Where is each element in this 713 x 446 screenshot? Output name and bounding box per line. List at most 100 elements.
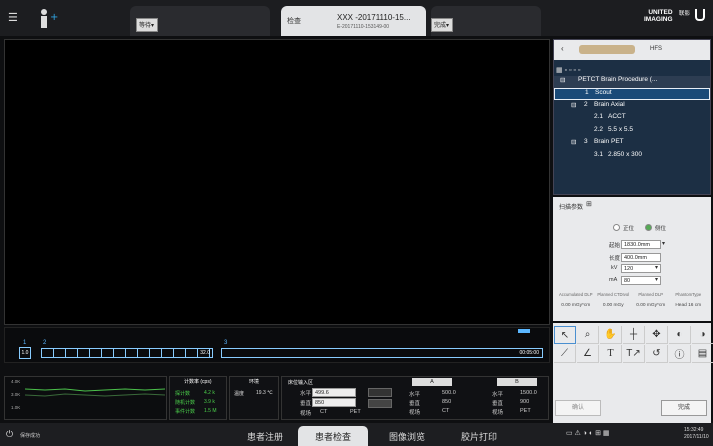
lat-radio[interactable] bbox=[645, 224, 652, 231]
dose-header: Planned DLP bbox=[638, 292, 664, 297]
item-label: Brain Axial bbox=[594, 101, 625, 108]
bed-ct-option[interactable]: CT bbox=[320, 409, 327, 415]
angle-icon[interactable]: ∠ bbox=[577, 345, 599, 363]
system-icons: ▭ ⚠ ◑ ◐ ⊞ ▦ bbox=[566, 430, 610, 437]
info-icon[interactable]: ⓘ bbox=[669, 345, 691, 363]
item-label: 5.5 x 5.5 bbox=[608, 126, 633, 133]
tree-row-6[interactable]: 3.1 2.850 x 300 bbox=[554, 151, 710, 163]
preset-a-label: A bbox=[430, 379, 434, 385]
item-num: 2.1 bbox=[594, 113, 604, 120]
start-dropdown-icon[interactable]: ▾ bbox=[662, 240, 665, 247]
temp-value: 19.3 ℃ bbox=[256, 390, 273, 396]
bed-select[interactable] bbox=[368, 388, 392, 397]
tree-row-1[interactable]: 1 Scout bbox=[554, 88, 710, 100]
tab-done[interactable]: 完成▾ bbox=[431, 6, 541, 36]
ylabel-3: 1.0K bbox=[11, 405, 21, 410]
dose-table: Accumulated DLP Planned CTDIvol Planned … bbox=[557, 292, 707, 316]
bed-v-label: 垂直 bbox=[300, 401, 312, 407]
pan-icon[interactable]: ✋ bbox=[600, 326, 622, 344]
pet-block[interactable]: 00:05:00 bbox=[221, 348, 543, 358]
dose-value: Head 16 cm bbox=[675, 303, 702, 308]
arrow-text-icon[interactable]: T↗ bbox=[623, 345, 645, 363]
item-label: 2.850 x 300 bbox=[608, 151, 642, 158]
rotate-icon[interactable]: ↺ bbox=[646, 345, 668, 363]
nav-viewer-label: 图像浏览 bbox=[388, 431, 425, 442]
start-field[interactable]: 1830.0mm bbox=[621, 240, 661, 249]
add-patient-icon[interactable]: + bbox=[37, 8, 59, 30]
kv-dropdown-icon[interactable]: ▾ bbox=[655, 264, 658, 271]
image-viewport[interactable] bbox=[4, 39, 550, 325]
length-field[interactable]: 400.0mm bbox=[621, 253, 661, 262]
b-view-label: 视场 bbox=[492, 410, 504, 416]
pos-radio[interactable] bbox=[613, 224, 620, 231]
count-label-2: 随机计数 bbox=[175, 400, 196, 406]
pointer-icon[interactable]: ↖ bbox=[554, 326, 576, 344]
menu-icon[interactable]: ☰ bbox=[8, 11, 20, 24]
nav-registration[interactable]: 患者注册 bbox=[232, 426, 298, 446]
layers-icon[interactable]: ▤ bbox=[692, 345, 713, 363]
line-icon[interactable]: ⟋ bbox=[554, 345, 576, 363]
tree-row-4[interactable]: 2.2 5.5 x 5.5 bbox=[554, 126, 710, 138]
timeline-marker bbox=[518, 329, 530, 333]
b-h-label: 水平 bbox=[492, 392, 504, 398]
dose-header: Planned CTDIvol bbox=[597, 292, 630, 297]
preset-a-button[interactable]: A bbox=[412, 378, 452, 386]
item-label: ACCT bbox=[608, 113, 626, 120]
scout-block[interactable]: 1.0 bbox=[19, 347, 31, 359]
item-num: 2 bbox=[584, 101, 588, 108]
brand-logo: UNITED IMAGING bbox=[644, 9, 673, 23]
scan-params-title: 扫描参数 bbox=[559, 205, 584, 211]
bed-apply-button[interactable] bbox=[368, 399, 392, 408]
nav-viewer[interactable]: 图像浏览 bbox=[372, 426, 442, 446]
bed-pet-option[interactable]: PET bbox=[350, 409, 361, 415]
count-label-3: 事件计数 bbox=[175, 409, 196, 415]
item-num: 2.2 bbox=[594, 126, 604, 133]
tree-row-2[interactable]: ⊟ 2 Brain Axial bbox=[554, 101, 710, 113]
window-icon[interactable]: ◑ bbox=[692, 326, 713, 344]
status-text: 保存成功 bbox=[20, 433, 41, 439]
exam-id: E-20171110-153149-00 bbox=[337, 24, 390, 30]
text-icon[interactable]: T bbox=[600, 345, 622, 363]
bed-h-field[interactable]: 499.6 bbox=[312, 388, 356, 397]
dose-value-row: 0.00 mGy*cm 0.00 mGy 0.00 mGy*cm Head 16… bbox=[557, 303, 707, 308]
done-select[interactable]: 完成▾ bbox=[431, 18, 453, 32]
timeline-mark-3: 3 bbox=[224, 340, 228, 346]
preset-b-button[interactable]: B bbox=[497, 378, 537, 386]
collapse-icon[interactable]: ⊟ bbox=[560, 76, 565, 84]
move-icon[interactable]: ✥ bbox=[646, 326, 668, 344]
item-num: 3.1 bbox=[594, 151, 604, 158]
grid-icon[interactable]: ⊞ bbox=[586, 200, 592, 208]
procedure-row[interactable]: ⊟ PETCT Brain Procedure (... bbox=[554, 76, 710, 88]
tab-exam[interactable]: 检查 XXX -20171110-15... E-20171110-153149… bbox=[281, 6, 426, 36]
a-v-value: 850 bbox=[442, 399, 452, 405]
finish-button[interactable]: 完成 bbox=[661, 400, 707, 416]
b-view-value: PET bbox=[520, 408, 531, 414]
bed-v-field[interactable]: 850 bbox=[312, 398, 356, 407]
clock-date: 2017/11/10 bbox=[684, 434, 709, 440]
power-icon[interactable]: ⏻ bbox=[6, 429, 13, 440]
nav-exam[interactable]: 患者检查 bbox=[298, 426, 368, 446]
crosshair-icon[interactable]: ┼ bbox=[623, 326, 645, 344]
ma-dropdown-icon[interactable]: ▾ bbox=[655, 276, 658, 283]
waiting-select[interactable]: 等待▾ bbox=[136, 18, 158, 32]
axial-block[interactable]: 32.0 bbox=[41, 348, 213, 358]
tree-row-3[interactable]: 2.1 ACCT bbox=[554, 113, 710, 125]
back-arrow-icon[interactable]: ‹ bbox=[561, 44, 564, 53]
tab-waiting[interactable]: 等待▾ bbox=[130, 6, 270, 36]
collapse-icon[interactable]: ⊟ bbox=[571, 138, 576, 146]
timeline-panel: 1 2 3 1.0 32.0 00:05:00 bbox=[4, 327, 550, 363]
finish-label: 完成 bbox=[677, 405, 690, 411]
nav-print-label: 胶片打印 bbox=[460, 431, 497, 442]
zoom-icon[interactable]: ⌕ bbox=[577, 326, 599, 344]
counts-panel: 计数率 (cps) 探计数 4.2 k 随机计数 3.9 k 事件计数 1.5 … bbox=[169, 376, 227, 420]
nav-registration-label: 患者注册 bbox=[246, 431, 283, 442]
nav-print[interactable]: 胶片打印 bbox=[446, 426, 512, 446]
collapse-icon[interactable]: ⊟ bbox=[571, 101, 576, 109]
nav-exam-label: 患者检查 bbox=[314, 431, 351, 442]
bed-h-label: 水平 bbox=[300, 391, 312, 397]
contrast-icon[interactable]: ◐ bbox=[669, 326, 691, 344]
tree-row-5[interactable]: ⊟ 3 Brain PET bbox=[554, 138, 710, 150]
confirm-button[interactable]: 确认 bbox=[555, 400, 601, 416]
bed-view-label: 视场 bbox=[300, 411, 312, 417]
brand-line1: UNITED bbox=[648, 9, 673, 16]
